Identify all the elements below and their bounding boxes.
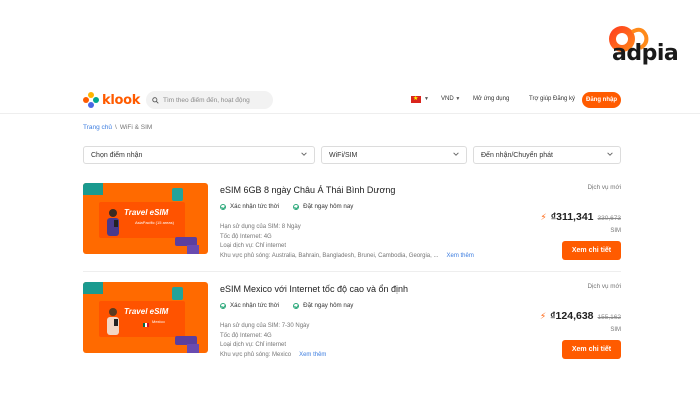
klook-logo-icon — [83, 92, 99, 108]
instant-confirm-badge: Xác nhận tức thời — [220, 302, 279, 309]
product-specs: Hạn sử dụng của SIM: 8 Ngày Tốc độ Inter… — [220, 223, 474, 261]
chevron-down-icon — [607, 152, 613, 156]
top-header: klook ▼ VND ▼ Mở ứng dụng Trợ giúp Đăng … — [0, 86, 700, 114]
spec-speed: Tốc độ Internet: 4G — [220, 332, 272, 339]
spec-service: Loại dịch vụ: Chỉ internet — [220, 243, 287, 249]
check-circle-icon — [293, 302, 300, 309]
spec-coverage-row: Khu vực phủ sóng: Mexico Xem thêm — [220, 351, 326, 361]
check-circle-icon — [293, 203, 300, 210]
spec-service: Loại dịch vụ: Chỉ internet — [220, 342, 287, 348]
search-input[interactable] — [163, 96, 268, 104]
product-thumbnail[interactable]: Travel eSIM AsiaPacific (15 areas) — [83, 183, 208, 254]
thumbnail-title: Travel eSIM — [124, 307, 169, 316]
thumbnail-subtitle: Mexico — [152, 319, 165, 324]
book-today-badge: Đặt ngay hôm nay — [293, 203, 353, 210]
spec-speed: Tốc độ Internet: 4G — [220, 233, 272, 240]
instant-confirm-badge: Xác nhận tức thời — [220, 203, 279, 210]
pickup-point-dropdown[interactable]: Chọn điểm nhận — [83, 146, 315, 164]
thumbnail-subtitle: AsiaPacific (15 areas) — [135, 220, 174, 225]
spec-validity: Hạn sử dụng của SIM: 8 Ngày — [220, 224, 301, 230]
product-card[interactable]: Travel eSIM AsiaPacific (15 areas) eSIM … — [83, 183, 621, 271]
chevron-down-icon — [453, 152, 459, 156]
search-bar[interactable] — [146, 91, 273, 109]
traveler-illustration-icon — [107, 209, 119, 236]
klook-logo[interactable]: klook — [83, 92, 140, 108]
price: ₫311,341 — [550, 211, 594, 223]
instant-confirm-label: Xác nhận tức thời — [230, 203, 280, 210]
service-label: Dịch vụ mới — [587, 283, 621, 290]
price: ₫124,638 — [550, 310, 594, 322]
wifi-sim-dropdown[interactable]: WiFi/SIM — [321, 146, 467, 164]
search-icon — [152, 96, 159, 104]
price-unit: SIM — [610, 228, 621, 234]
wifi-sim-label: WiFi/SIM — [329, 151, 358, 159]
card-divider — [83, 271, 621, 272]
view-details-button[interactable]: Xem chi tiết — [562, 340, 621, 359]
spec-validity: Hạn sử dụng của SIM: 7-30 Ngày — [220, 323, 310, 329]
lightning-icon: ⚡ — [540, 212, 547, 222]
lightning-icon: ⚡ — [539, 311, 547, 321]
price-row: ⚡ ₫311,341 330,673 — [540, 211, 621, 223]
login-button[interactable]: Đăng nhập — [582, 92, 621, 108]
currency-selector[interactable]: VND ▼ — [441, 96, 460, 102]
currency-label: VND — [441, 96, 454, 102]
spec-coverage: Khu vực phủ sóng: Mexico — [220, 351, 292, 358]
product-thumbnail[interactable]: Travel eSIM Mexico — [83, 282, 208, 353]
original-price: 330,673 — [597, 215, 622, 222]
spec-coverage: Khu vực phủ sóng: Australia, Bahrain, Ba… — [220, 252, 439, 259]
open-app-link[interactable]: Mở ứng dụng — [473, 96, 509, 102]
traveler-illustration-icon — [107, 308, 119, 335]
see-more-link[interactable]: Xem thêm — [299, 352, 326, 358]
vietnam-flag-icon[interactable] — [411, 94, 421, 104]
product-specs: Hạn sử dụng của SIM: 7-30 Ngày Tốc độ In… — [220, 322, 326, 360]
mexico-flag-icon — [143, 323, 149, 327]
product-badges: Xác nhận tức thời Đặt ngay hôm nay — [220, 203, 353, 210]
help-link[interactable]: Trợ giúp — [529, 96, 551, 102]
check-circle-icon — [220, 203, 226, 210]
product-title[interactable]: eSIM Mexico với Internet tốc độ cao và ổ… — [220, 284, 408, 294]
spec-coverage-row: Khu vực phủ sóng: Australia, Bahrain, Ba… — [220, 252, 474, 262]
chevron-down-icon — [301, 152, 307, 156]
product-card[interactable]: Travel eSIM Mexico eSIM Mexico với Inter… — [83, 282, 621, 370]
book-today-badge: Đặt ngay hôm nay — [293, 302, 353, 309]
breadcrumb-home-link[interactable]: Trang chủ — [83, 124, 112, 131]
view-details-button[interactable]: Xem chi tiết — [562, 241, 621, 260]
see-more-link[interactable]: Xem thêm — [446, 253, 473, 259]
adpia-watermark-logo: adpia — [602, 24, 694, 68]
breadcrumb-separator: \ — [115, 124, 117, 131]
check-circle-icon — [220, 302, 226, 309]
instant-confirm-label: Xác nhận tức thời — [230, 302, 280, 309]
delivery-method-label: Đến nhận/Chuyển phát — [481, 151, 553, 159]
klook-wordmark: klook — [102, 92, 141, 108]
product-badges: Xác nhận tức thời Đặt ngay hôm nay — [220, 302, 353, 309]
book-today-label: Đặt ngay hôm nay — [303, 203, 354, 210]
pickup-point-label: Chọn điểm nhận — [91, 151, 143, 159]
book-today-label: Đặt ngay hôm nay — [303, 302, 354, 309]
original-price: 155,162 — [597, 314, 622, 321]
thumbnail-title: Travel eSIM — [124, 208, 169, 217]
adpia-wordmark: adpia — [612, 41, 679, 66]
breadcrumb-current: WiFi & SIM — [119, 124, 153, 131]
price-row: ⚡ ₫124,638 155,162 — [540, 310, 621, 322]
service-label: Dịch vụ mới — [587, 184, 621, 191]
language-chevron-down-icon[interactable]: ▼ — [424, 96, 429, 102]
breadcrumb: Trang chủ \ WiFi & SIM — [83, 124, 152, 131]
product-title[interactable]: eSIM 6GB 8 ngày Châu Á Thái Bình Dương — [220, 185, 395, 195]
currency-chevron-down-icon: ▼ — [455, 96, 461, 102]
delivery-method-dropdown[interactable]: Đến nhận/Chuyển phát — [473, 146, 621, 164]
register-link[interactable]: Đăng ký — [553, 96, 575, 102]
price-unit: SIM — [610, 327, 621, 333]
